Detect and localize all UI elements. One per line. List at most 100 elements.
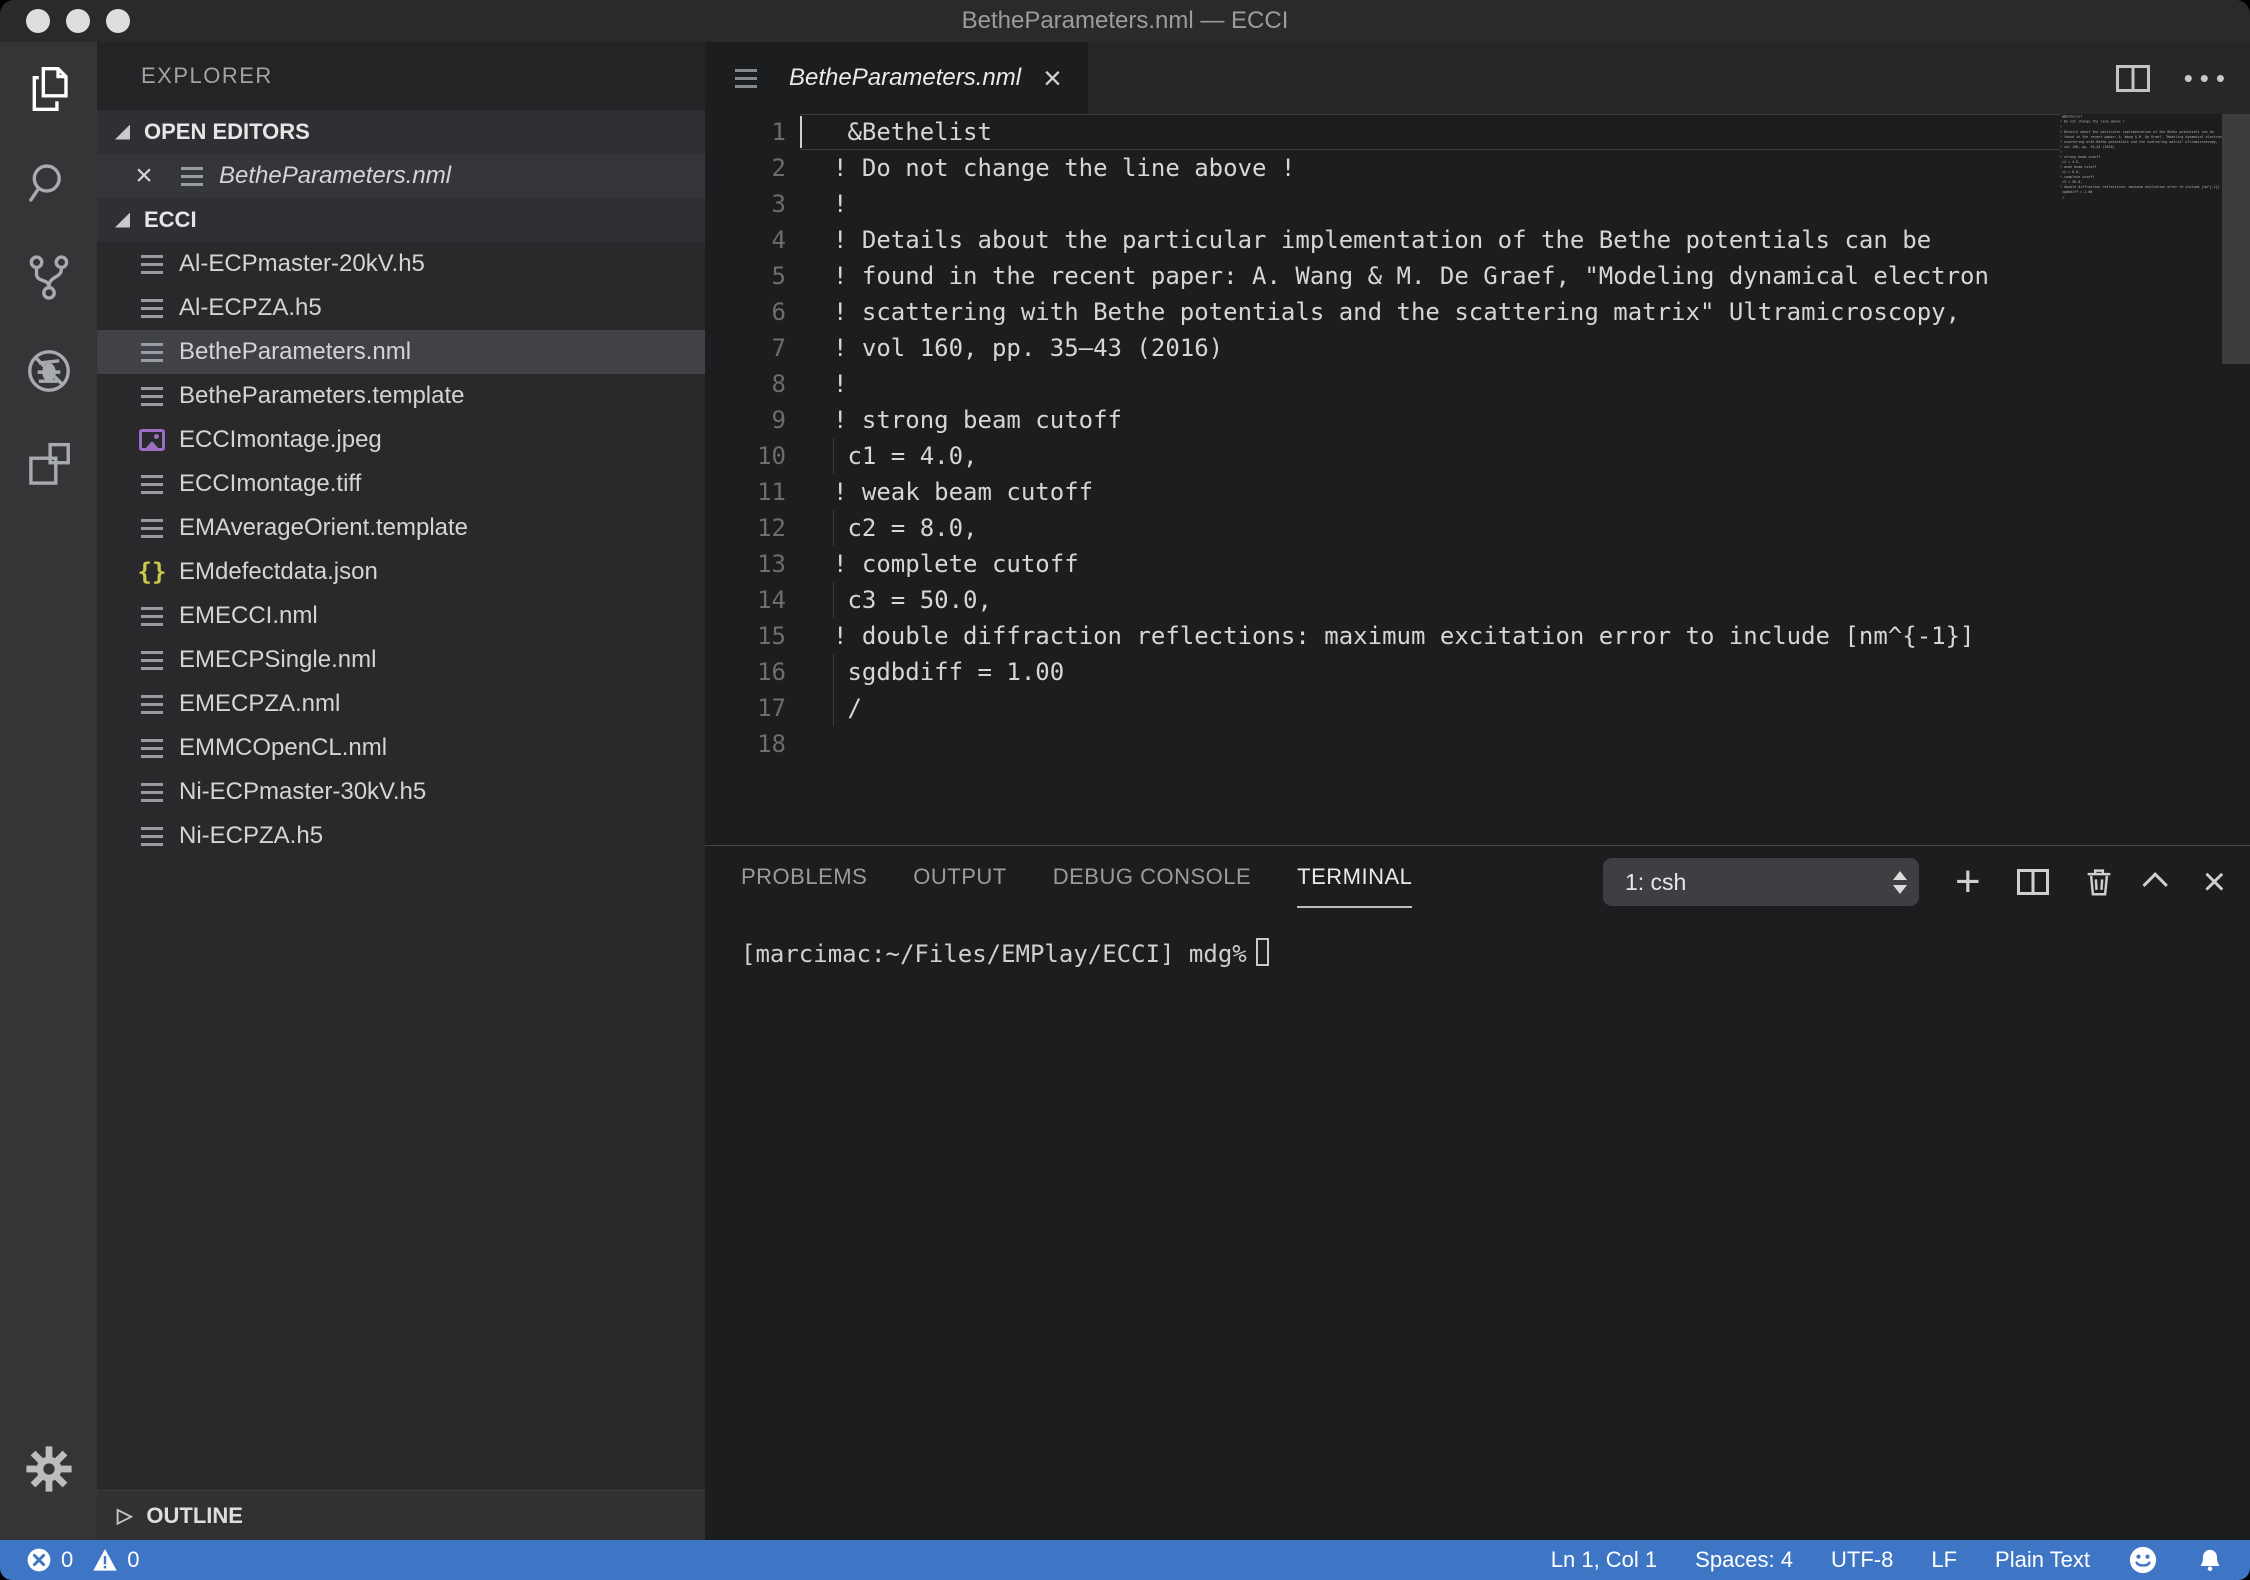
line-number: 10: [757, 442, 786, 470]
line-text: ! complete cutoff: [833, 550, 1079, 578]
file-lines-icon: [135, 606, 169, 626]
file-lines-icon: [135, 694, 169, 714]
file-row[interactable]: Ni-ECPZA.h5: [97, 814, 705, 858]
code-line[interactable]: 5 ! found in the recent paper: A. Wang & …: [705, 258, 2060, 294]
file-row[interactable]: EMECCI.nml: [97, 594, 705, 638]
code-line[interactable]: 4 ! Details about the particular implemen…: [705, 222, 2060, 258]
tab-betheparameters[interactable]: BetheParameters.nml ×: [705, 42, 1088, 114]
line-number: 3: [771, 190, 786, 218]
panel-tab-debug-console[interactable]: DEBUG CONSOLE: [1053, 864, 1251, 908]
terminal-shell-select[interactable]: 1: csh: [1602, 858, 1919, 906]
code-editor[interactable]: 1 &Bethelist 2 ! Do not change the line ab…: [705, 114, 2060, 845]
split-editor-icon[interactable]: [2115, 64, 2150, 92]
line-number: 6: [771, 298, 786, 326]
file-name: EMdefectdata.json: [179, 558, 378, 585]
editor-region: BetheParameters.nml × ••• 1 &Bethelist 2!…: [705, 42, 2250, 1540]
minimize-window-button[interactable]: [66, 9, 90, 33]
editor-scrollbar[interactable]: [2222, 114, 2250, 845]
file-lines-icon: [135, 826, 169, 846]
code-line[interactable]: 6 ! scattering with Bethe potentials and …: [705, 294, 2060, 330]
file-lines-icon: [135, 782, 169, 802]
code-line[interactable]: 15 ! double diffraction reflections: maxi…: [705, 618, 2060, 654]
code-line[interactable]: 16 sgdbdiff = 1.00: [705, 654, 2060, 690]
code-line[interactable]: 14 c3 = 50.0,: [705, 582, 2060, 618]
line-number: 2: [771, 154, 786, 182]
code-line[interactable]: 13 ! complete cutoff: [705, 546, 2060, 582]
code-line[interactable]: 11 ! weak beam cutoff: [705, 474, 2060, 510]
terminal-content[interactable]: [marcimac:~/Files/EMPlay/ECCI] mdg%: [705, 918, 2250, 1540]
file-row[interactable]: BetheParameters.nml: [97, 330, 705, 374]
settings-gear-icon[interactable]: [0, 1422, 97, 1516]
line-text: [800, 726, 833, 762]
file-row[interactable]: Ni-ECPmaster-30kV.h5: [97, 770, 705, 814]
more-actions-icon[interactable]: •••: [2184, 65, 2232, 91]
code-line[interactable]: 1 &Bethelist: [705, 114, 2060, 150]
code-line[interactable]: 10 c1 = 4.0,: [705, 438, 2060, 474]
code-line[interactable]: 3!: [705, 186, 2060, 222]
line-text: c1 = 4.0,: [800, 438, 978, 474]
file-name: EMECPSingle.nml: [179, 646, 377, 673]
titlebar: BetheParameters.nml — ECCI: [0, 0, 2250, 42]
code-line[interactable]: 18: [705, 726, 2060, 762]
file-row[interactable]: Al-ECPZA.h5: [97, 286, 705, 330]
file-row[interactable]: {} EMdefectdata.json: [97, 550, 705, 594]
search-icon[interactable]: [0, 136, 97, 230]
code-line[interactable]: 9 ! strong beam cutoff: [705, 402, 2060, 438]
open-editor-item[interactable]: × BetheParameters.nml: [97, 154, 705, 198]
code-line[interactable]: 2 ! Do not change the line above !: [705, 150, 2060, 186]
close-panel-icon[interactable]: ×: [2203, 862, 2226, 902]
feedback-smiley-icon[interactable]: [2128, 1545, 2158, 1575]
file-lines-icon: [729, 68, 763, 88]
problems-status[interactable]: 0 0: [26, 1547, 140, 1573]
new-terminal-icon[interactable]: +: [1955, 860, 1981, 904]
zoom-window-button[interactable]: [106, 9, 130, 33]
file-row[interactable]: Al-ECPmaster-20kV.h5: [97, 242, 705, 286]
encoding[interactable]: UTF-8: [1831, 1547, 1893, 1573]
panel-tab-terminal[interactable]: TERMINAL: [1297, 864, 1413, 908]
explorer-icon[interactable]: [0, 42, 97, 136]
warning-icon: [92, 1547, 118, 1573]
minimap[interactable]: &Bethelist! Do not change the line above…: [2060, 114, 2222, 845]
scrollbar-slider[interactable]: [2222, 114, 2250, 364]
file-row[interactable]: EMMCOpenCL.nml: [97, 726, 705, 770]
close-editor-icon[interactable]: ×: [129, 161, 159, 191]
file-row[interactable]: EMECPSingle.nml: [97, 638, 705, 682]
file-row[interactable]: ECCImontage.jpeg: [97, 418, 705, 462]
indentation[interactable]: Spaces: 4: [1695, 1547, 1793, 1573]
close-tab-icon[interactable]: ×: [1043, 62, 1062, 94]
file-name: BetheParameters.nml: [179, 338, 412, 365]
file-row[interactable]: EMECPZA.nml: [97, 682, 705, 726]
code-line[interactable]: 17 /: [705, 690, 2060, 726]
eol-sequence[interactable]: LF: [1931, 1547, 1957, 1573]
code-line[interactable]: 7 ! vol 160, pp. 35–43 (2016): [705, 330, 2060, 366]
line-text: !: [833, 190, 848, 218]
source-control-icon[interactable]: [0, 230, 97, 324]
extensions-icon[interactable]: [0, 418, 97, 512]
code-line[interactable]: 8!: [705, 366, 2060, 402]
notifications-bell-icon[interactable]: [2196, 1546, 2224, 1574]
maximize-panel-icon[interactable]: [2142, 872, 2168, 898]
line-number: 18: [757, 730, 786, 758]
file-row[interactable]: BetheParameters.template: [97, 374, 705, 418]
folder-section-header[interactable]: ECCI: [97, 198, 705, 242]
panel-tab-problems[interactable]: PROBLEMS: [741, 864, 867, 908]
debug-disabled-icon[interactable]: [0, 324, 97, 418]
cursor-position[interactable]: Ln 1, Col 1: [1551, 1547, 1657, 1573]
split-terminal-icon[interactable]: [2016, 869, 2049, 895]
file-lines-icon: [135, 342, 169, 362]
close-window-button[interactable]: [26, 9, 50, 33]
file-row[interactable]: ECCImontage.tiff: [97, 462, 705, 506]
code-line[interactable]: 12 c2 = 8.0,: [705, 510, 2060, 546]
line-number: 13: [757, 550, 786, 578]
panel-tab-output[interactable]: OUTPUT: [913, 864, 1006, 908]
open-editors-section-header[interactable]: OPEN EDITORS: [97, 110, 705, 154]
line-text: &Bethelist: [800, 114, 992, 150]
file-name: ECCImontage.tiff: [179, 470, 362, 497]
outline-section-header[interactable]: ▷ OUTLINE: [97, 1490, 705, 1540]
line-text: ! Details about the particular implement…: [833, 226, 1932, 254]
file-row[interactable]: EMAverageOrient.template: [97, 506, 705, 550]
language-mode[interactable]: Plain Text: [1995, 1547, 2090, 1573]
kill-terminal-icon[interactable]: [2085, 867, 2113, 897]
chevron-expanded-icon: [115, 212, 130, 228]
line-number: 1: [771, 118, 786, 146]
